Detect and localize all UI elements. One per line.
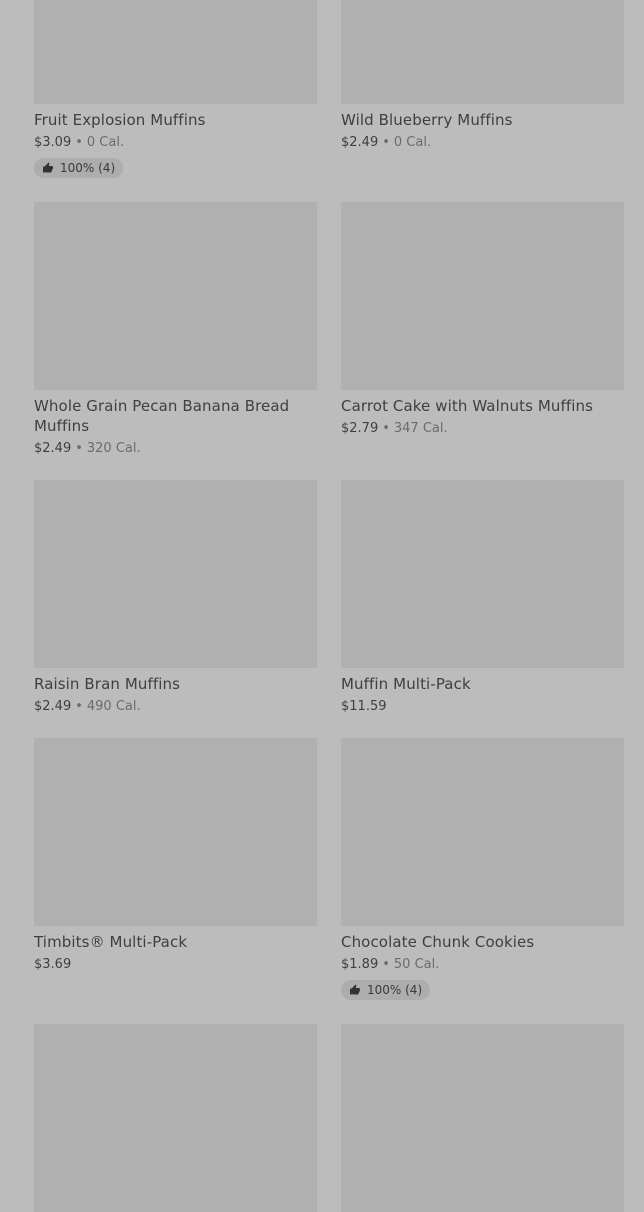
product-image[interactable]	[341, 0, 624, 104]
product-calories: 0 Cal.	[393, 135, 432, 150]
product-price: $11.59	[341, 699, 387, 714]
product-meta: $2.79 • 347 Cal.	[341, 420, 624, 438]
product-calories: 347 Cal.	[393, 421, 448, 436]
product-row	[34, 1024, 624, 1212]
product-calories: 320 Cal.	[86, 441, 141, 456]
product-name: Wild Blueberry Muffins	[341, 111, 513, 129]
product-image[interactable]	[341, 202, 624, 390]
product-card-fruit-explosion-muffins[interactable]: Fruit Explosion Muffins $3.09 • 0 Cal. 100…	[34, 0, 317, 202]
product-price: $2.49	[341, 135, 379, 150]
product-price: $3.69	[34, 957, 72, 972]
product-card-carrot-cake-walnuts-muffins[interactable]: Carrot Cake with Walnuts Muffins $2.79 • 3…	[341, 202, 624, 480]
product-name: Carrot Cake with Walnuts Muffins	[341, 397, 594, 415]
product-price: $2.49	[34, 441, 72, 456]
product-image[interactable]	[341, 1024, 624, 1212]
product-card-next[interactable]	[34, 1024, 317, 1212]
meta-separator: •	[382, 135, 390, 150]
product-meta: $3.09 • 0 Cal.	[34, 134, 317, 152]
meta-separator: •	[382, 957, 390, 972]
product-row: Timbits® Multi-Pack $3.69 Chocolate Chun…	[34, 738, 624, 1024]
product-price: $3.09	[34, 135, 72, 150]
meta-separator: •	[75, 135, 83, 150]
product-name: Fruit Explosion Muffins	[34, 111, 206, 129]
rating-text: 100% (4)	[367, 983, 423, 997]
thumbs-up-icon	[349, 984, 361, 996]
product-card-muffin-multi-pack[interactable]: Muffin Multi-Pack $11.59	[341, 480, 624, 738]
product-image[interactable]	[341, 480, 624, 668]
product-row: Raisin Bran Muffins $2.49 • 490 Cal. Muffi…	[34, 480, 624, 738]
product-row: Whole Grain Pecan Banana Bread Muffins $…	[34, 202, 624, 480]
product-image[interactable]	[34, 202, 317, 390]
product-price: $1.89	[341, 957, 379, 972]
product-meta: $11.59	[341, 698, 624, 716]
product-calories: 0 Cal.	[86, 135, 125, 150]
product-name: Muffin Multi-Pack	[341, 675, 471, 693]
thumbs-up-icon	[42, 162, 54, 174]
product-card-whole-grain-pecan-banana-bread-muffins[interactable]: Whole Grain Pecan Banana Bread Muffins $…	[34, 202, 317, 480]
meta-separator: •	[75, 441, 83, 456]
product-image[interactable]	[34, 480, 317, 668]
rating-badge: 100% (4)	[34, 158, 124, 178]
product-name: Whole Grain Pecan Banana Bread Muffins	[34, 397, 290, 435]
product-row: Fruit Explosion Muffins $3.09 • 0 Cal. 100…	[34, 0, 624, 202]
meta-separator: •	[75, 699, 83, 714]
rating-text: 100% (4)	[60, 161, 116, 175]
product-card-next[interactable]	[341, 1024, 624, 1212]
product-card-chocolate-chunk-cookies[interactable]: Chocolate Chunk Cookies $1.89 • 50 Cal. 10…	[341, 738, 624, 1024]
product-image[interactable]	[341, 738, 624, 926]
product-card-raisin-bran-muffins[interactable]: Raisin Bran Muffins $2.49 • 490 Cal.	[34, 480, 317, 738]
product-name: Chocolate Chunk Cookies	[341, 933, 535, 951]
meta-separator: •	[382, 421, 390, 436]
product-meta: $2.49 • 490 Cal.	[34, 698, 317, 716]
product-meta: $3.69	[34, 956, 317, 974]
product-image[interactable]	[34, 0, 317, 104]
product-calories: 490 Cal.	[86, 699, 141, 714]
product-card-timbits-multi-pack[interactable]: Timbits® Multi-Pack $3.69	[34, 738, 317, 1024]
product-calories: 50 Cal.	[393, 957, 440, 972]
product-meta: $2.49 • 320 Cal.	[34, 440, 317, 458]
product-meta: $1.89 • 50 Cal.	[341, 956, 624, 974]
product-card-wild-blueberry-muffins[interactable]: Wild Blueberry Muffins $2.49 • 0 Cal.	[341, 0, 624, 202]
rating-badge: 100% (4)	[341, 980, 431, 1000]
product-name: Raisin Bran Muffins	[34, 675, 181, 693]
product-price: $2.49	[34, 699, 72, 714]
product-image[interactable]	[34, 1024, 317, 1212]
product-image[interactable]	[34, 738, 317, 926]
product-meta: $2.49 • 0 Cal.	[341, 134, 624, 152]
product-price: $2.79	[341, 421, 379, 436]
product-name: Timbits® Multi-Pack	[34, 933, 188, 951]
product-grid: Fruit Explosion Muffins $3.09 • 0 Cal. 100…	[34, 0, 624, 1212]
